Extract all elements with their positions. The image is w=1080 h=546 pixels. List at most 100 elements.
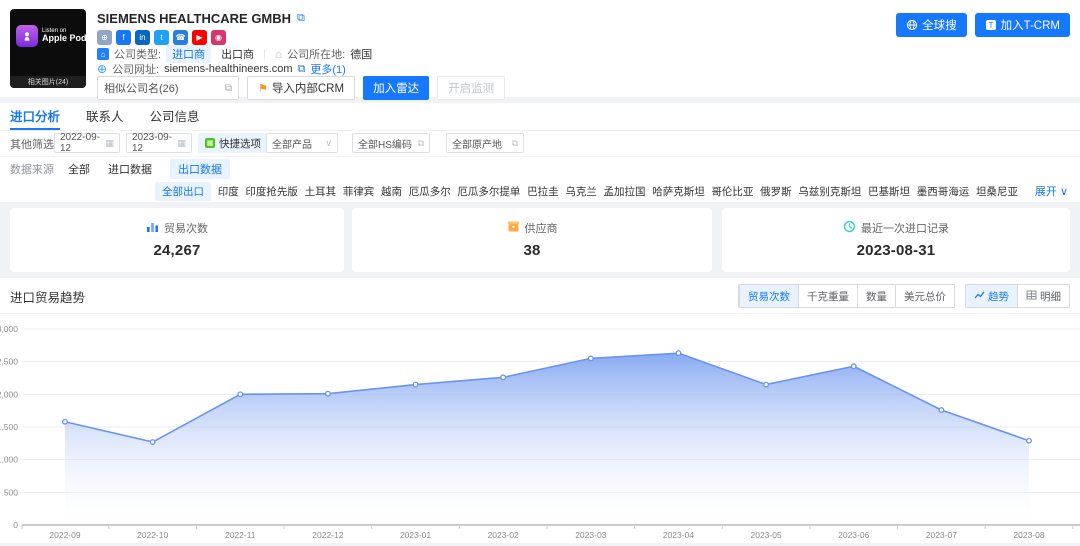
country-tab[interactable]: 巴拉圭 (527, 184, 559, 199)
twitter-icon[interactable]: t (154, 30, 169, 45)
product-select[interactable]: 全部产品∨ (266, 133, 338, 153)
data-point[interactable] (326, 391, 331, 396)
x-axis-label: 2023-06 (838, 530, 869, 540)
global-search-button[interactable]: 全球搜 (896, 13, 967, 37)
x-axis-label: 2022-09 (49, 530, 80, 540)
stat-value: 24,267 (153, 242, 200, 259)
country-tab[interactable]: 厄瓜多尔提单 (457, 184, 520, 199)
stat-value: 2023-08-31 (857, 242, 936, 259)
calendar-icon: ▦ (177, 138, 186, 149)
add-tcrm-button[interactable]: T 加入T-CRM (975, 13, 1070, 37)
date-end-input[interactable]: 2023-09-12▦ (126, 133, 192, 153)
country-tab[interactable]: 全部出口 (155, 182, 211, 201)
more-link[interactable]: 更多(1) (310, 61, 345, 77)
chevron-down-icon: ∨ (325, 138, 332, 149)
list-picker-icon: ⧉ (418, 138, 424, 149)
country-tab[interactable]: 印度 (218, 184, 239, 199)
add-radar-button[interactable]: 加入雷达 (363, 76, 429, 100)
type-tag[interactable]: 出口商 (221, 46, 254, 62)
similar-company-input[interactable]: 相似公司名(26)⧉ (97, 76, 239, 100)
phone-icon[interactable]: ☎ (173, 30, 188, 45)
country-tab[interactable]: 乌兹别克斯坦 (798, 184, 861, 199)
x-axis-label: 2023-02 (488, 530, 519, 540)
company-type-icon: ⌂ (97, 48, 109, 60)
x-axis-label: 2023-05 (750, 530, 781, 540)
linkedin-icon[interactable]: in (135, 30, 150, 45)
country-tab[interactable]: 孟加拉国 (604, 184, 646, 199)
hs-code-select[interactable]: 全部HS编码⧉ (352, 133, 430, 153)
stat-label: 供应商 (525, 220, 558, 236)
trade-trend-chart[interactable]: 05001,0001,5002,0002,5003,0002022-092022… (0, 318, 1080, 543)
x-axis-label: 2023-04 (663, 530, 694, 540)
data-point[interactable] (413, 382, 418, 387)
country-tab[interactable]: 俄罗斯 (760, 184, 792, 199)
data-point[interactable] (238, 392, 243, 397)
country-tab[interactable]: 印度抢先版 (245, 184, 298, 199)
view-toggle-group: 趋势 明细 (965, 284, 1070, 308)
metric-button[interactable]: 美元总价 (895, 285, 954, 307)
metric-button[interactable]: 数量 (857, 285, 895, 307)
tab[interactable]: 公司信息 (150, 103, 200, 130)
country-tab[interactable]: 菲律宾 (343, 184, 375, 199)
metric-toggle-group: 贸易次数千克重量数量美元总价 (738, 284, 955, 308)
data-source-label: 数据来源 (10, 161, 54, 177)
data-point[interactable] (851, 364, 856, 369)
youtube-icon[interactable]: ▶ (192, 30, 207, 45)
website-icon[interactable]: ⊕ (97, 30, 112, 45)
date-start-input[interactable]: 2022-09-12▦ (54, 133, 120, 153)
copy-website-icon[interactable]: ⧉ (298, 63, 306, 76)
view-trend-button[interactable]: 趋势 (966, 285, 1017, 307)
divider (0, 313, 1080, 314)
expand-link[interactable]: 展开 ∨ (1035, 183, 1068, 199)
trend-area-chart: 05001,0001,5002,0002,5003,0002022-092022… (0, 318, 1080, 543)
data-source-row: 数据来源 全部 进口数据 出口数据 (0, 157, 1080, 180)
origin-select[interactable]: 全部原产地⧉ (446, 133, 524, 153)
org-search-icon: ⧉ (225, 83, 232, 94)
data-point[interactable] (764, 382, 769, 387)
country-tab[interactable]: 坦桑尼亚 (976, 184, 1018, 199)
country-tabs-row: 全部出口印度印度抢先版土耳其菲律宾越南厄瓜多尔厄瓜多尔提单巴拉圭乌克兰孟加拉国哈… (155, 180, 1018, 202)
logo-text: Listen on Apple Podcasts (42, 28, 86, 44)
data-point[interactable] (589, 356, 594, 361)
tab[interactable]: 进口分析 (10, 103, 60, 130)
location-label: 公司所在地: (287, 46, 345, 62)
website-value[interactable]: siemens-healthineers.com (164, 63, 292, 75)
data-point[interactable] (676, 351, 681, 356)
data-source-options: 全部 进口数据 出口数据 (68, 159, 230, 179)
country-tab[interactable]: 越南 (381, 184, 402, 199)
instagram-icon[interactable]: ◉ (211, 30, 226, 45)
metric-button[interactable]: 千克重量 (798, 285, 857, 307)
import-crm-button[interactable]: ⚑ 导入内部CRM (247, 76, 355, 100)
trend-title: 进口贸易趋势 (10, 287, 85, 306)
data-source-option[interactable]: 全部 (68, 161, 90, 177)
country-tab[interactable]: 巴基斯坦 (868, 184, 910, 199)
data-source-option[interactable]: 出口数据 (170, 159, 230, 179)
country-tab[interactable]: 乌克兰 (565, 184, 597, 199)
metric-button[interactable]: 贸易次数 (739, 285, 798, 307)
country-tab[interactable]: 哥伦比亚 (711, 184, 753, 199)
stat-label: 贸易次数 (164, 220, 208, 236)
data-point[interactable] (150, 440, 155, 445)
country-tab[interactable]: 土耳其 (305, 184, 337, 199)
data-point[interactable] (1027, 438, 1032, 443)
data-source-option[interactable]: 进口数据 (108, 161, 152, 177)
related-images-caption[interactable]: 相关图片(24) (10, 76, 86, 88)
tab[interactable]: 联系人 (86, 103, 124, 130)
data-point[interactable] (63, 419, 68, 424)
country-tab[interactable]: 墨西哥海运 (917, 184, 970, 199)
quick-options-button[interactable]: ▦ 快捷选项 (198, 133, 268, 153)
data-point[interactable] (939, 408, 944, 413)
apple-podcasts-icon (16, 25, 38, 47)
country-tab[interactable]: 厄瓜多尔 (409, 184, 451, 199)
facebook-icon[interactable]: f (116, 30, 131, 45)
website-label: 公司网址: (112, 61, 159, 77)
data-point[interactable] (501, 375, 506, 380)
x-axis-label: 2022-11 (225, 530, 256, 540)
line-chart-icon (974, 290, 985, 303)
stat-value: 38 (523, 242, 540, 259)
monitor-button: 开启监测 (437, 76, 505, 100)
view-detail-button[interactable]: 明细 (1017, 285, 1069, 307)
country-tab[interactable]: 哈萨克斯坦 (652, 184, 705, 199)
trade-app-page: { "colors":{"accent":"#1677ff","pill_bg"… (0, 0, 1080, 543)
copy-company-name-icon[interactable]: ⧉ (297, 12, 305, 25)
